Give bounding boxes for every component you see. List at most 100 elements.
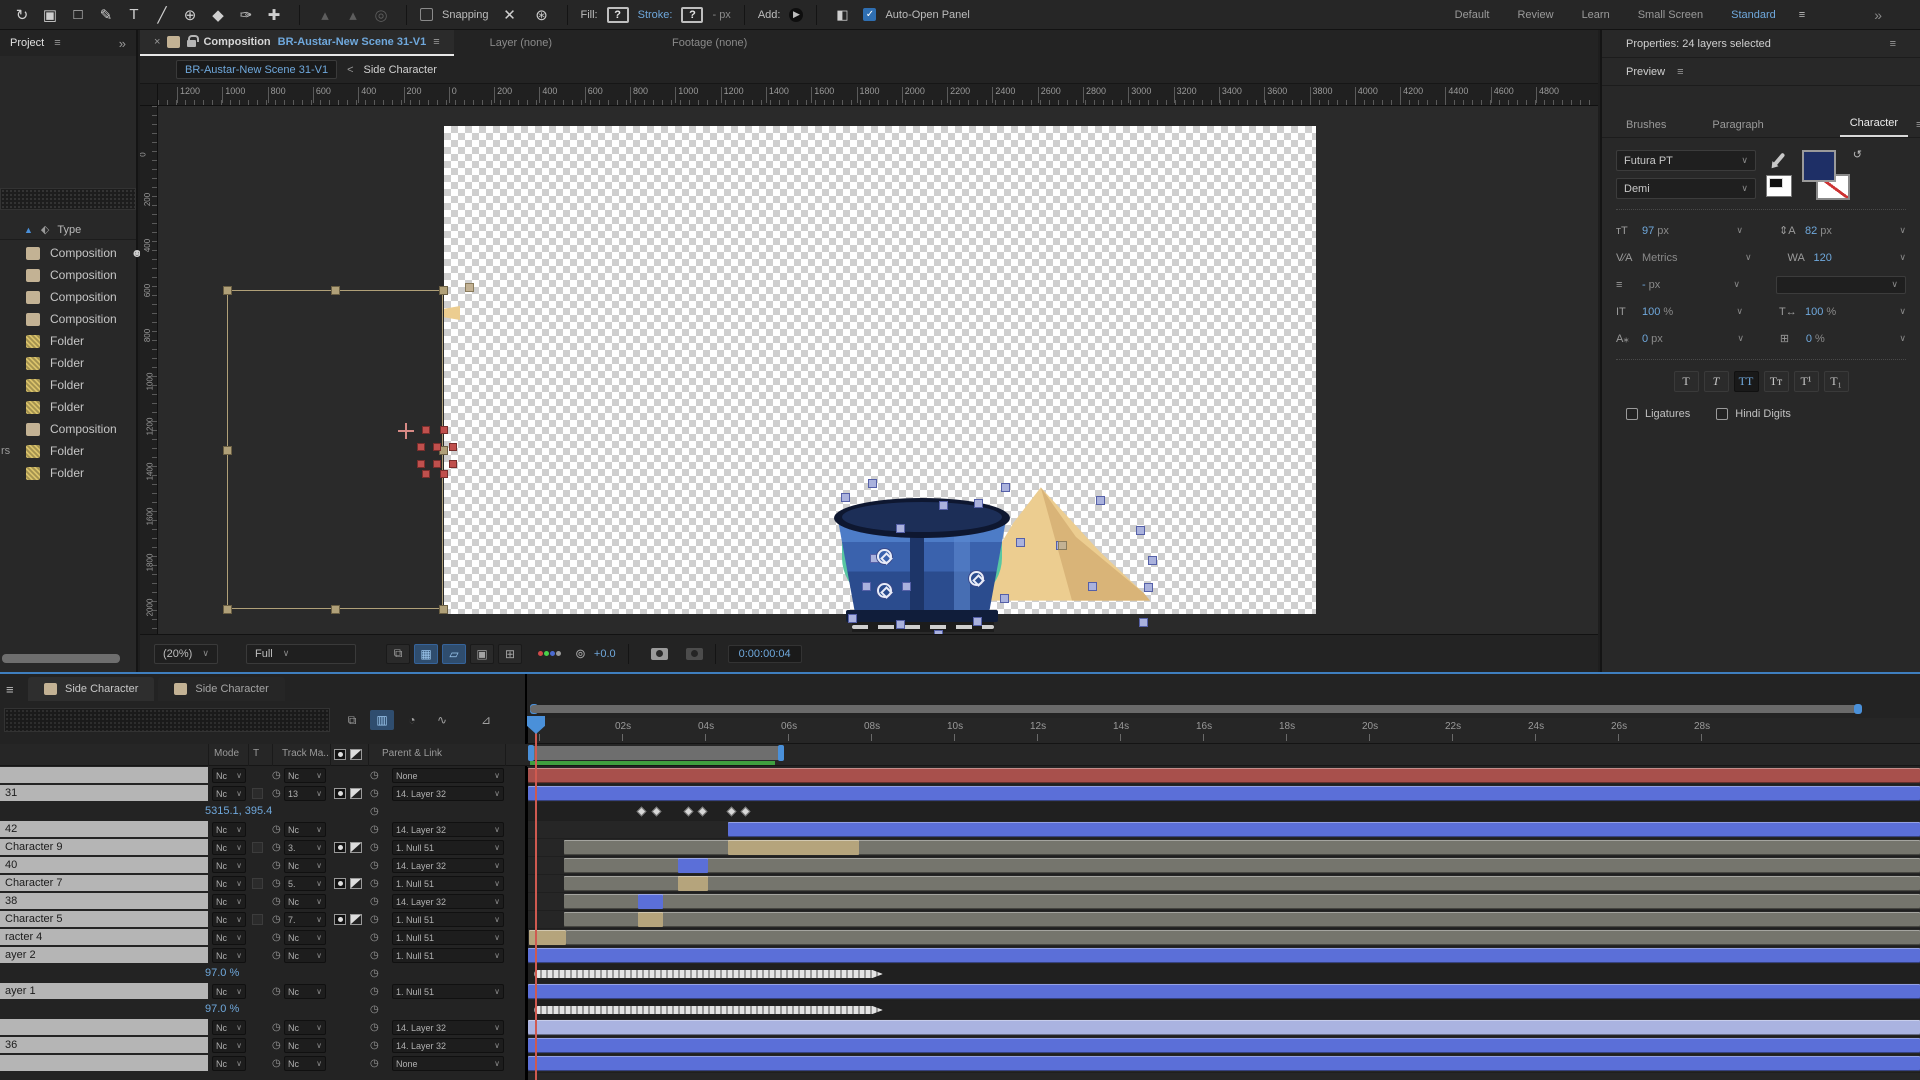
layer-duration-bar[interactable] (528, 768, 1920, 783)
track-matte-dropdown[interactable]: Nc∨ (284, 930, 326, 945)
stopwatch-icon[interactable]: ◷ (370, 1022, 379, 1033)
ligatures-checkbox[interactable] (1626, 408, 1638, 420)
track-matte-dropdown[interactable]: 5.∨ (284, 876, 326, 891)
selection-handle[interactable] (1000, 594, 1009, 603)
current-timecode[interactable]: 0:00:00:04 (728, 645, 802, 663)
track-matte-dropdown[interactable]: Nc∨ (284, 1056, 326, 1071)
transparency-grid-icon[interactable]: ▦ (414, 644, 438, 664)
layer-duration-bar[interactable] (528, 786, 1920, 801)
show-snapshot-icon[interactable] (686, 648, 703, 660)
parent-link-dropdown[interactable]: 1. Null 51∨ (392, 912, 504, 927)
keyframe-diamond[interactable] (727, 807, 737, 817)
snap-cross-icon[interactable]: ✕ (498, 4, 522, 26)
workspace-menu-icon[interactable]: ≡ (1799, 9, 1805, 21)
layer-row-bars[interactable] (528, 839, 1920, 857)
mask-vertex-handle[interactable] (417, 460, 425, 468)
parent-link-dropdown[interactable]: 1. Null 51∨ (392, 840, 504, 855)
layer-duration-bar[interactable] (566, 930, 1920, 945)
mask-vertex-handle[interactable] (433, 460, 441, 468)
project-collapse-chevron[interactable]: » (119, 36, 126, 51)
take-snapshot-icon[interactable] (651, 648, 668, 660)
layer-row-left[interactable]: ayer 1Nc∨◷Nc∨◷1. Null 51∨ (0, 983, 526, 1001)
black-white-swatch-icon[interactable] (1766, 175, 1792, 197)
layer-row-bars[interactable] (528, 947, 1920, 965)
stopwatch-icon[interactable]: ◷ (272, 914, 281, 925)
parent-link-dropdown[interactable]: 14. Layer 32∨ (392, 1038, 504, 1053)
bounding-box-handle[interactable] (439, 605, 448, 614)
track-matte-dropdown[interactable]: 7.∨ (284, 912, 326, 927)
attribute-value[interactable]: - (1642, 279, 1646, 291)
mask-vertex-handle[interactable] (449, 460, 457, 468)
layer-name-cell[interactable]: Character 5 (0, 911, 208, 927)
layer-row-left[interactable]: 36Nc∨◷Nc∨◷14. Layer 32∨ (0, 1037, 526, 1055)
layer-name-cell[interactable]: ayer 1 (0, 983, 208, 999)
chevron-down-icon[interactable]: ∨ (1745, 252, 1788, 263)
parent-link-dropdown[interactable]: 14. Layer 32∨ (392, 858, 504, 873)
stopwatch-icon[interactable]: ◷ (272, 824, 281, 835)
keyframe-diamond[interactable] (741, 807, 751, 817)
project-item-row[interactable]: Composition (0, 308, 136, 330)
fill-color-swatch[interactable] (1802, 150, 1836, 182)
stopwatch-icon[interactable]: ◷ (370, 770, 379, 781)
exposure-value[interactable]: +0.0 (594, 648, 616, 660)
mask-vertex-handle[interactable] (422, 470, 430, 478)
timeline-tab-1[interactable]: Side Character (28, 677, 154, 701)
selection-handle[interactable] (1016, 538, 1025, 547)
layer-row-left[interactable]: 40Nc∨◷Nc∨◷14. Layer 32∨ (0, 857, 526, 875)
layer-row-bars[interactable] (528, 767, 1920, 785)
time-ruler[interactable]: 0s02s04s06s08s10s12s14s16s18s20s22s24s26… (527, 718, 1920, 744)
parent-link-dropdown[interactable]: 1. Null 51∨ (392, 876, 504, 891)
layer-name-cell[interactable]: racter 4 (0, 929, 208, 945)
project-item-row[interactable]: Composition (0, 286, 136, 308)
chevron-down-icon[interactable]: ∨ (1899, 306, 1906, 317)
project-horizontal-scrollbar[interactable] (2, 654, 120, 663)
stopwatch-icon[interactable]: ◷ (370, 950, 379, 961)
font-family-dropdown[interactable]: Futura PT ∨ (1616, 150, 1756, 171)
graph-editor-icon[interactable]: ⊿ (474, 710, 498, 730)
stopwatch-icon[interactable]: ◷ (370, 1040, 379, 1051)
selection-handle[interactable] (1096, 496, 1105, 505)
parent-link-dropdown[interactable]: 14. Layer 32∨ (392, 894, 504, 909)
track-matte-dropdown[interactable]: 3.∨ (284, 840, 326, 855)
selection-handle[interactable] (939, 501, 948, 510)
blend-mode-dropdown[interactable]: Nc∨ (212, 786, 246, 801)
selection-handle[interactable] (862, 582, 871, 591)
mode-column-header[interactable]: Mode (214, 748, 239, 759)
track-matte-column-header[interactable]: Track Ma.. (282, 748, 329, 759)
stopwatch-icon[interactable]: ◷ (272, 788, 281, 799)
mask-visibility-icon[interactable]: ▱ (442, 644, 466, 664)
project-item-row[interactable]: Folder (0, 374, 136, 396)
subscript-button[interactable]: T₁ (1824, 371, 1849, 392)
stroke-width-value[interactable]: - px (712, 9, 730, 21)
selection-handle[interactable] (1136, 526, 1145, 535)
mask-vertex-handle[interactable] (440, 470, 448, 478)
mask-vertex-handle[interactable] (417, 443, 425, 451)
stopwatch-icon[interactable]: ◷ (370, 842, 379, 853)
guides-icon[interactable]: ⊞ (498, 644, 522, 664)
luma-matte-toggle[interactable] (350, 878, 362, 889)
channel-icon[interactable] (538, 651, 561, 656)
resolution-dropdown[interactable]: Full ∨ (246, 644, 356, 664)
all-caps-button[interactable]: TT (1734, 371, 1759, 392)
layer-name-cell[interactable]: 42 (0, 821, 208, 837)
stopwatch-icon[interactable]: ◷ (370, 914, 379, 925)
project-item-row[interactable]: Composition (0, 418, 136, 440)
attribute-value[interactable]: 0 (1642, 333, 1648, 345)
track-matte-dropdown[interactable]: Nc∨ (284, 894, 326, 909)
track-matte-dropdown[interactable]: Nc∨ (284, 768, 326, 783)
expression-range-bar[interactable] (534, 1006, 883, 1014)
stopwatch-icon[interactable]: ◷ (370, 788, 379, 799)
blend-mode-dropdown[interactable]: Nc∨ (212, 1020, 246, 1035)
workspace-standard[interactable]: Standard (1731, 9, 1776, 21)
blend-mode-dropdown[interactable]: Nc∨ (212, 840, 246, 855)
chevron-down-icon[interactable]: ∨ (1733, 279, 1776, 290)
lock-icon[interactable] (187, 40, 196, 47)
alpha-matte-toggle[interactable] (334, 842, 346, 853)
properties-menu-icon[interactable]: ≡ (1890, 38, 1896, 50)
layer-bounding-box[interactable] (227, 290, 443, 609)
parent-link-dropdown[interactable]: None∨ (392, 1056, 504, 1071)
layer-duration-bar[interactable] (564, 858, 1920, 873)
anchor-point-icon[interactable] (877, 549, 892, 564)
parent-link-dropdown[interactable]: 14. Layer 32∨ (392, 1020, 504, 1035)
mask-vertex-handle[interactable] (449, 443, 457, 451)
